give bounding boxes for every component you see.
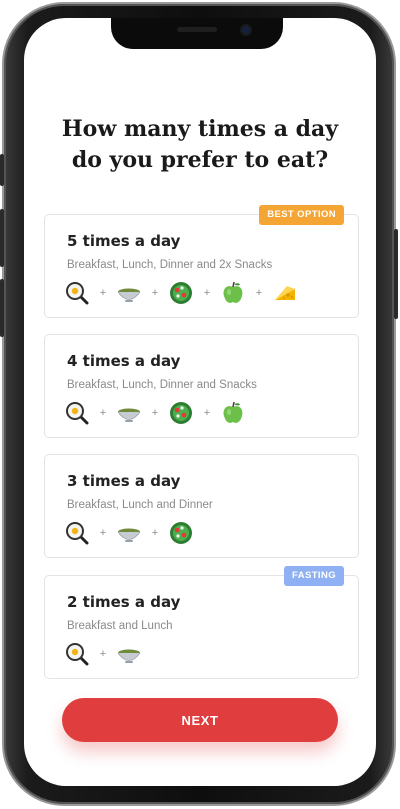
power-button bbox=[394, 229, 398, 319]
frying-pan-egg-icon bbox=[65, 401, 89, 425]
soup-bowl-icon bbox=[117, 521, 141, 545]
plus-sign: + bbox=[99, 527, 107, 539]
frying-pan-egg-icon bbox=[65, 642, 89, 666]
volume-down-button bbox=[0, 279, 4, 337]
phone-frame: How many times a day do you prefer to ea… bbox=[0, 4, 398, 804]
plus-sign: + bbox=[99, 287, 107, 299]
best-option-badge: BEST OPTION bbox=[259, 205, 344, 225]
cheese-icon bbox=[273, 281, 297, 305]
plus-sign: + bbox=[151, 287, 159, 299]
plus-sign: + bbox=[151, 407, 159, 419]
option-title: 4 times a day bbox=[67, 352, 181, 370]
option-card-5-times[interactable]: BEST OPTION 5 times a day Breakfast, Lun… bbox=[44, 205, 359, 318]
option-card-3-times[interactable]: 3 times a day Breakfast, Lunch and Dinne… bbox=[44, 454, 359, 558]
page-title: How many times a day do you prefer to ea… bbox=[24, 114, 376, 176]
page-title-line-2: do you prefer to eat? bbox=[71, 147, 329, 173]
mute-switch bbox=[0, 154, 4, 186]
next-button[interactable]: NEXT bbox=[62, 698, 338, 742]
plus-sign: + bbox=[151, 527, 159, 539]
option-title: 2 times a day bbox=[67, 593, 181, 611]
plus-sign: + bbox=[203, 287, 211, 299]
plus-sign: + bbox=[255, 287, 263, 299]
front-camera bbox=[242, 26, 250, 34]
fasting-badge: FASTING bbox=[284, 566, 344, 586]
food-icons: + + bbox=[65, 520, 193, 546]
soup-bowl-icon bbox=[117, 642, 141, 666]
option-card-2-times[interactable]: FASTING 2 times a day Breakfast and Lunc… bbox=[44, 566, 359, 679]
option-subtitle: Breakfast, Lunch, Dinner and 2x Snacks bbox=[67, 259, 273, 271]
soup-bowl-icon bbox=[117, 281, 141, 305]
salad-bowl-icon bbox=[169, 281, 193, 305]
option-subtitle: Breakfast, Lunch, Dinner and Snacks bbox=[67, 379, 257, 391]
page-title-line-1: How many times a day bbox=[61, 116, 339, 142]
green-apple-icon bbox=[221, 281, 245, 305]
option-card-4-times[interactable]: 4 times a day Breakfast, Lunch, Dinner a… bbox=[44, 334, 359, 438]
frying-pan-egg-icon bbox=[65, 521, 89, 545]
salad-bowl-icon bbox=[169, 521, 193, 545]
plus-sign: + bbox=[99, 648, 107, 660]
speaker-grille bbox=[177, 27, 217, 32]
soup-bowl-icon bbox=[117, 401, 141, 425]
notch bbox=[111, 18, 283, 49]
food-icons: + bbox=[65, 641, 141, 667]
option-title: 5 times a day bbox=[67, 232, 181, 250]
green-apple-icon bbox=[221, 401, 245, 425]
volume-up-button bbox=[0, 209, 4, 267]
food-icons: + + + + bbox=[65, 280, 297, 306]
option-subtitle: Breakfast and Lunch bbox=[67, 620, 173, 632]
food-icons: + + + bbox=[65, 400, 245, 426]
salad-bowl-icon bbox=[169, 401, 193, 425]
option-title: 3 times a day bbox=[67, 472, 181, 490]
plus-sign: + bbox=[203, 407, 211, 419]
app-screen: How many times a day do you prefer to ea… bbox=[24, 18, 376, 786]
frying-pan-egg-icon bbox=[65, 281, 89, 305]
option-subtitle: Breakfast, Lunch and Dinner bbox=[67, 499, 213, 511]
plus-sign: + bbox=[99, 407, 107, 419]
